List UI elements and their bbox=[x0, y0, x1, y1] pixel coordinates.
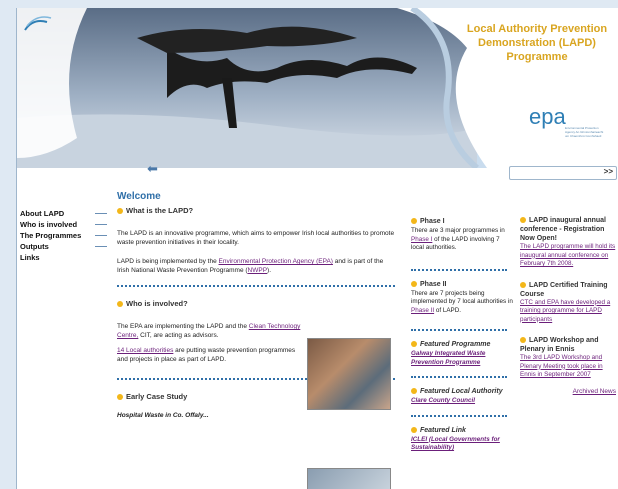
quick-search-input[interactable]: >> bbox=[509, 166, 617, 180]
paragraph: The LAPD is an innovative programme, whi… bbox=[117, 230, 395, 246]
text: LAPD inaugural annual conference - Regis… bbox=[520, 217, 607, 242]
welcome-heading: Welcome bbox=[117, 191, 161, 202]
featured-la-title: Featured Local Authority bbox=[411, 388, 513, 395]
phase2-text: There are 7 projects being implemented b… bbox=[411, 290, 513, 316]
sidebar-dash bbox=[95, 235, 107, 236]
news-title: LAPD Certified Training Course bbox=[520, 281, 616, 299]
phase1-link[interactable]: Phase I bbox=[411, 236, 432, 243]
news-title: LAPD inaugural annual conference - Regis… bbox=[520, 216, 616, 243]
go-button[interactable]: >> bbox=[604, 167, 613, 176]
news-title: LAPD Workshop and Plenary in Ennis bbox=[520, 336, 616, 354]
title-line: Demonstration (LAPD) bbox=[478, 37, 596, 49]
bullet-icon bbox=[520, 281, 526, 288]
text: There are 7 projects being implemented b… bbox=[411, 289, 513, 306]
bullet-icon bbox=[520, 337, 526, 344]
dotted-divider bbox=[117, 285, 395, 287]
featured-link-title: Featured Link bbox=[411, 427, 513, 434]
epa-swirl-icon bbox=[24, 16, 52, 31]
bullet-icon bbox=[411, 388, 417, 395]
section-title: Who is involved? bbox=[117, 299, 307, 308]
text: LAPD Workshop and Plenary in Ennis bbox=[520, 337, 599, 353]
news-column: LAPD inaugural annual conference - Regis… bbox=[520, 216, 616, 395]
text: Featured Programme bbox=[420, 341, 491, 348]
section-title-text: What is the LAPD? bbox=[126, 206, 194, 215]
text: Phase I bbox=[420, 218, 445, 225]
paragraph: LAPD is being implemented by the Environ… bbox=[117, 257, 395, 275]
featured-la-link[interactable]: Clare County Council bbox=[411, 397, 513, 406]
arrow-left-icon[interactable]: ⬅ bbox=[147, 162, 163, 175]
paragraph: The EPA are implementing the LAPD and th… bbox=[117, 322, 307, 340]
news-link[interactable]: The LAPD programme will hold its inaugur… bbox=[520, 243, 616, 269]
dotted-divider bbox=[411, 268, 507, 271]
sidebar-item-label: Outputs bbox=[20, 242, 49, 251]
epa-logo-subtext: Environmental Protection Agency An Ghnío… bbox=[565, 126, 604, 138]
paragraph: Hospital Waste in Co. Offaly... bbox=[117, 412, 209, 419]
paragraph: 14 Local authorities are putting waste p… bbox=[117, 346, 307, 364]
archived-news-link[interactable]: Archived News bbox=[520, 388, 616, 395]
case-study-photo bbox=[307, 468, 391, 489]
title-line: Local Authority Prevention bbox=[466, 23, 608, 35]
bullet-icon bbox=[117, 208, 123, 215]
nav-bar: ⬅ >> bbox=[105, 160, 618, 182]
featured-link-link[interactable]: ICLEI (Local Governments for Sustainabil… bbox=[411, 436, 513, 453]
bullet-icon bbox=[411, 426, 417, 433]
sidebar-nav: About LAPD Who is involved The Programme… bbox=[17, 208, 109, 263]
title-line: Programme bbox=[506, 51, 568, 63]
page-frame: Local Authority Prevention Demonstration… bbox=[16, 8, 618, 489]
sidebar-item-label: Who is involved bbox=[20, 220, 78, 229]
sidebar-item-label: The Programmes bbox=[20, 231, 82, 240]
text: There are 3 major programmes in bbox=[411, 227, 505, 234]
sidebar-item-who[interactable]: Who is involved bbox=[17, 219, 109, 230]
phase1-title: Phase I bbox=[411, 218, 513, 225]
bullet-icon bbox=[117, 394, 123, 401]
sidebar-item-label: Links bbox=[20, 253, 40, 262]
text: Featured Local Authority bbox=[420, 388, 503, 395]
text: of LAPD. bbox=[434, 306, 462, 314]
nwpp-link[interactable]: NWPP bbox=[248, 267, 268, 274]
bullet-icon bbox=[411, 280, 417, 287]
featured-programme-link[interactable]: Galway Integrated Waste Prevention Progr… bbox=[411, 350, 513, 367]
programmes-column: Phase I There are 3 major programmes in … bbox=[411, 218, 513, 453]
section-title-text: Who is involved? bbox=[126, 299, 188, 308]
dotted-divider bbox=[411, 376, 507, 378]
section-title: What is the LAPD? bbox=[117, 206, 395, 215]
dotted-divider bbox=[411, 329, 507, 331]
bullet-icon bbox=[411, 341, 417, 348]
section-title-text: Early Case Study bbox=[126, 392, 188, 401]
news-link[interactable]: The 3rd LAPD Workshop and Plenary Meetin… bbox=[520, 354, 616, 380]
phase2-link[interactable]: Phase II bbox=[411, 307, 434, 314]
sidebar-dash bbox=[95, 224, 107, 225]
news-link[interactable]: CTC and EPA have developed a training pr… bbox=[520, 299, 616, 325]
sidebar-dash bbox=[95, 213, 107, 214]
dotted-divider bbox=[411, 414, 507, 417]
site-title: Local Authority Prevention Demonstration… bbox=[457, 22, 617, 64]
sidebar-item-about[interactable]: About LAPD bbox=[17, 208, 109, 219]
featured-programme-title: Featured Programme bbox=[411, 341, 513, 348]
bullet-icon bbox=[411, 218, 417, 225]
sidebar-dash bbox=[95, 246, 107, 247]
sidebar-item-label: About LAPD bbox=[20, 209, 65, 218]
text: Featured Link bbox=[420, 426, 466, 434]
header-banner: Local Authority Prevention Demonstration… bbox=[17, 8, 618, 168]
sidebar-item-outputs[interactable]: Outputs bbox=[17, 241, 109, 252]
epa-logo-text[interactable]: epa bbox=[529, 104, 566, 130]
sidebar-item-programmes[interactable]: The Programmes bbox=[17, 230, 109, 241]
phase1-text: There are 3 major programmes in Phase I … bbox=[411, 227, 513, 253]
local-authorities-link[interactable]: 14 Local authorities bbox=[117, 347, 173, 354]
bullet-icon bbox=[117, 301, 123, 308]
bullet-icon bbox=[520, 217, 526, 224]
sidebar-item-links[interactable]: Links bbox=[17, 252, 109, 263]
text: LAPD Certified Training Course bbox=[520, 281, 608, 298]
people-photo bbox=[307, 338, 391, 410]
text: CIT, are acting as advisors. bbox=[138, 332, 219, 339]
text: LAPD is being implemented by the bbox=[117, 258, 219, 265]
text: Phase II bbox=[420, 280, 447, 288]
phase2-title: Phase II bbox=[411, 281, 513, 288]
text: The EPA are implementing the LAPD and th… bbox=[117, 323, 249, 330]
text: ). bbox=[267, 267, 272, 274]
epa-link[interactable]: Environmental Protection Agency (EPA) bbox=[219, 258, 333, 265]
